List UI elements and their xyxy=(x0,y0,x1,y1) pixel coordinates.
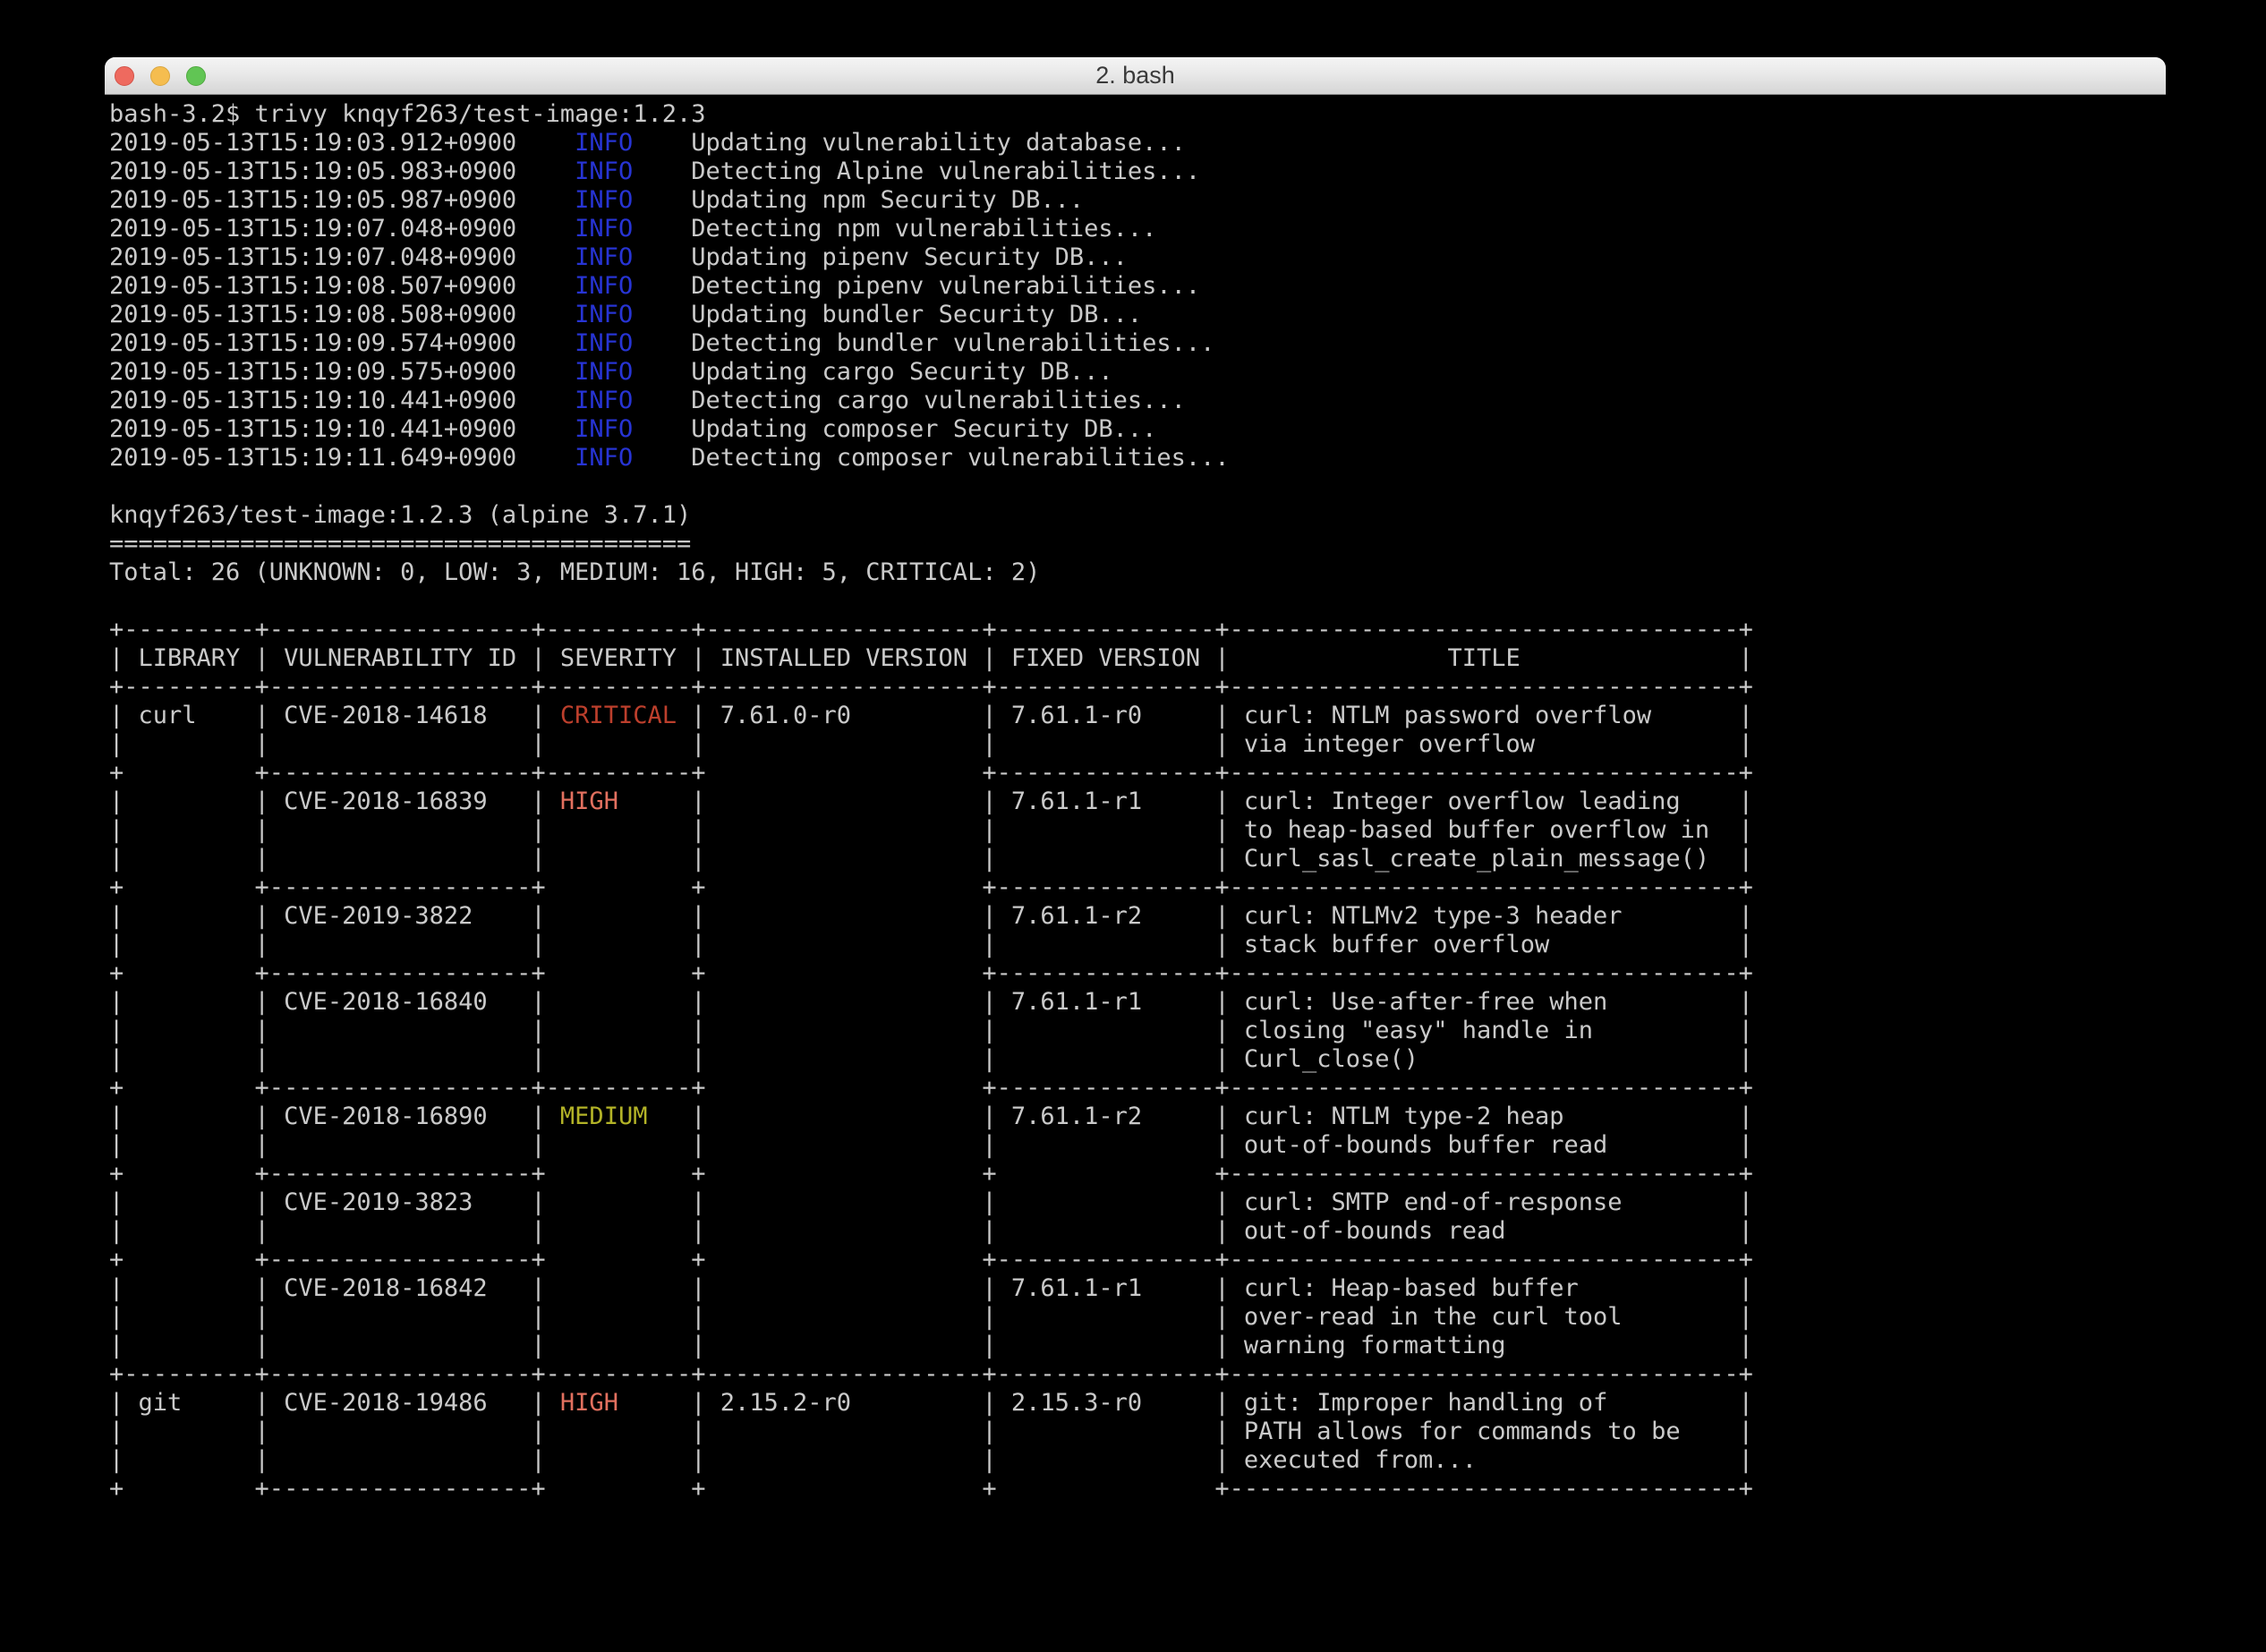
table-row-line: | | | | | | out-of-bounds buffer read | xyxy=(109,1131,1753,1160)
window-title: 2. bash xyxy=(105,57,2166,94)
table-row-line: | | CVE-2018-16839 | HIGH | | 7.61.1-r1 … xyxy=(109,788,1753,816)
log-line: 2019-05-13T15:19:05.983+0900 INFO Detect… xyxy=(109,158,1753,186)
table-row-line: | | CVE-2019-3822 | | | 7.61.1-r2 | curl… xyxy=(109,902,1753,931)
log-line: 2019-05-13T15:19:10.441+0900 INFO Detect… xyxy=(109,387,1753,415)
terminal-screen[interactable]: bash-3.2$ trivy knqyf263/test-image:1.2.… xyxy=(109,100,1753,1503)
log-line: 2019-05-13T15:19:09.574+0900 INFO Detect… xyxy=(109,329,1753,358)
table-row-line: | | CVE-2018-16840 | | | 7.61.1-r1 | cur… xyxy=(109,988,1753,1017)
table-separator-line: + +------------------+ + + +------------… xyxy=(109,1160,1753,1188)
table-row-line: | | | | | | stack buffer overflow | xyxy=(109,931,1753,959)
table-row-line: | | | | | | warning formatting | xyxy=(109,1332,1753,1360)
log-line: 2019-05-13T15:19:10.441+0900 INFO Updati… xyxy=(109,415,1753,444)
table-row-line: | | | | | | out-of-bounds read | xyxy=(109,1217,1753,1246)
report-target-line: knqyf263/test-image:1.2.3 (alpine 3.7.1) xyxy=(109,501,1753,530)
table-row-line: | | | | | | PATH allows for commands to … xyxy=(109,1418,1753,1446)
log-line: 2019-05-13T15:19:03.912+0900 INFO Updati… xyxy=(109,129,1753,158)
table-separator-line: + +------------------+ + +--------------… xyxy=(109,959,1753,988)
table-separator-line: + +------------------+ + + +------------… xyxy=(109,1475,1753,1503)
table-separator-line: + +------------------+ + +--------------… xyxy=(109,873,1753,902)
table-border-line: +---------+------------------+----------… xyxy=(109,616,1753,644)
log-line: 2019-05-13T15:19:05.987+0900 INFO Updati… xyxy=(109,186,1753,215)
table-row-line: | | | | | | Curl_close() | xyxy=(109,1045,1753,1074)
table-border-line: +---------+------------------+----------… xyxy=(109,673,1753,702)
table-row-line: | git | CVE-2018-19486 | HIGH | 2.15.2-r… xyxy=(109,1389,1753,1418)
shell-prompt-line: bash-3.2$ trivy knqyf263/test-image:1.2.… xyxy=(109,100,1753,129)
table-header-line: | LIBRARY | VULNERABILITY ID | SEVERITY … xyxy=(109,644,1753,673)
blank-line xyxy=(109,587,1753,616)
table-separator-line: + +------------------+----------+ +-----… xyxy=(109,759,1753,788)
log-line: 2019-05-13T15:19:08.507+0900 INFO Detect… xyxy=(109,272,1753,301)
table-border-line: +---------+------------------+----------… xyxy=(109,1360,1753,1389)
table-separator-line: + +------------------+----------+ +-----… xyxy=(109,1074,1753,1103)
table-row-line: | | | | | | over-read in the curl tool | xyxy=(109,1303,1753,1332)
table-row-line: | | CVE-2019-3823 | | | | curl: SMTP end… xyxy=(109,1188,1753,1217)
report-summary-line: Total: 26 (UNKNOWN: 0, LOW: 3, MEDIUM: 1… xyxy=(109,558,1753,587)
table-row-line: | curl | CVE-2018-14618 | CRITICAL | 7.6… xyxy=(109,702,1753,730)
report-rule-line: ======================================== xyxy=(109,530,1753,558)
log-line: 2019-05-13T15:19:09.575+0900 INFO Updati… xyxy=(109,358,1753,387)
table-separator-line: + +------------------+ + +--------------… xyxy=(109,1246,1753,1274)
terminal-window: 2. bash bash-3.2$ trivy knqyf263/test-im… xyxy=(105,57,2166,1652)
log-line: 2019-05-13T15:19:07.048+0900 INFO Detect… xyxy=(109,215,1753,243)
table-row-line: | | | | | | via integer overflow | xyxy=(109,730,1753,759)
log-line: 2019-05-13T15:19:11.649+0900 INFO Detect… xyxy=(109,444,1753,473)
table-row-line: | | | | | | to heap-based buffer overflo… xyxy=(109,816,1753,845)
table-row-line: | | | | | | closing "easy" handle in | xyxy=(109,1017,1753,1045)
desktop-background: { "window": { "title": "2. bash", "contr… xyxy=(0,0,2266,1652)
table-row-line: | | CVE-2018-16842 | | | 7.61.1-r1 | cur… xyxy=(109,1274,1753,1303)
log-line: 2019-05-13T15:19:08.508+0900 INFO Updati… xyxy=(109,301,1753,329)
blank-line xyxy=(109,473,1753,501)
table-row-line: | | | | | | Curl_sasl_create_plain_messa… xyxy=(109,845,1753,873)
table-row-line: | | CVE-2018-16890 | MEDIUM | | 7.61.1-r… xyxy=(109,1103,1753,1131)
table-row-line: | | | | | | executed from... | xyxy=(109,1446,1753,1475)
log-line: 2019-05-13T15:19:07.048+0900 INFO Updati… xyxy=(109,243,1753,272)
window-titlebar[interactable]: 2. bash xyxy=(105,57,2166,94)
